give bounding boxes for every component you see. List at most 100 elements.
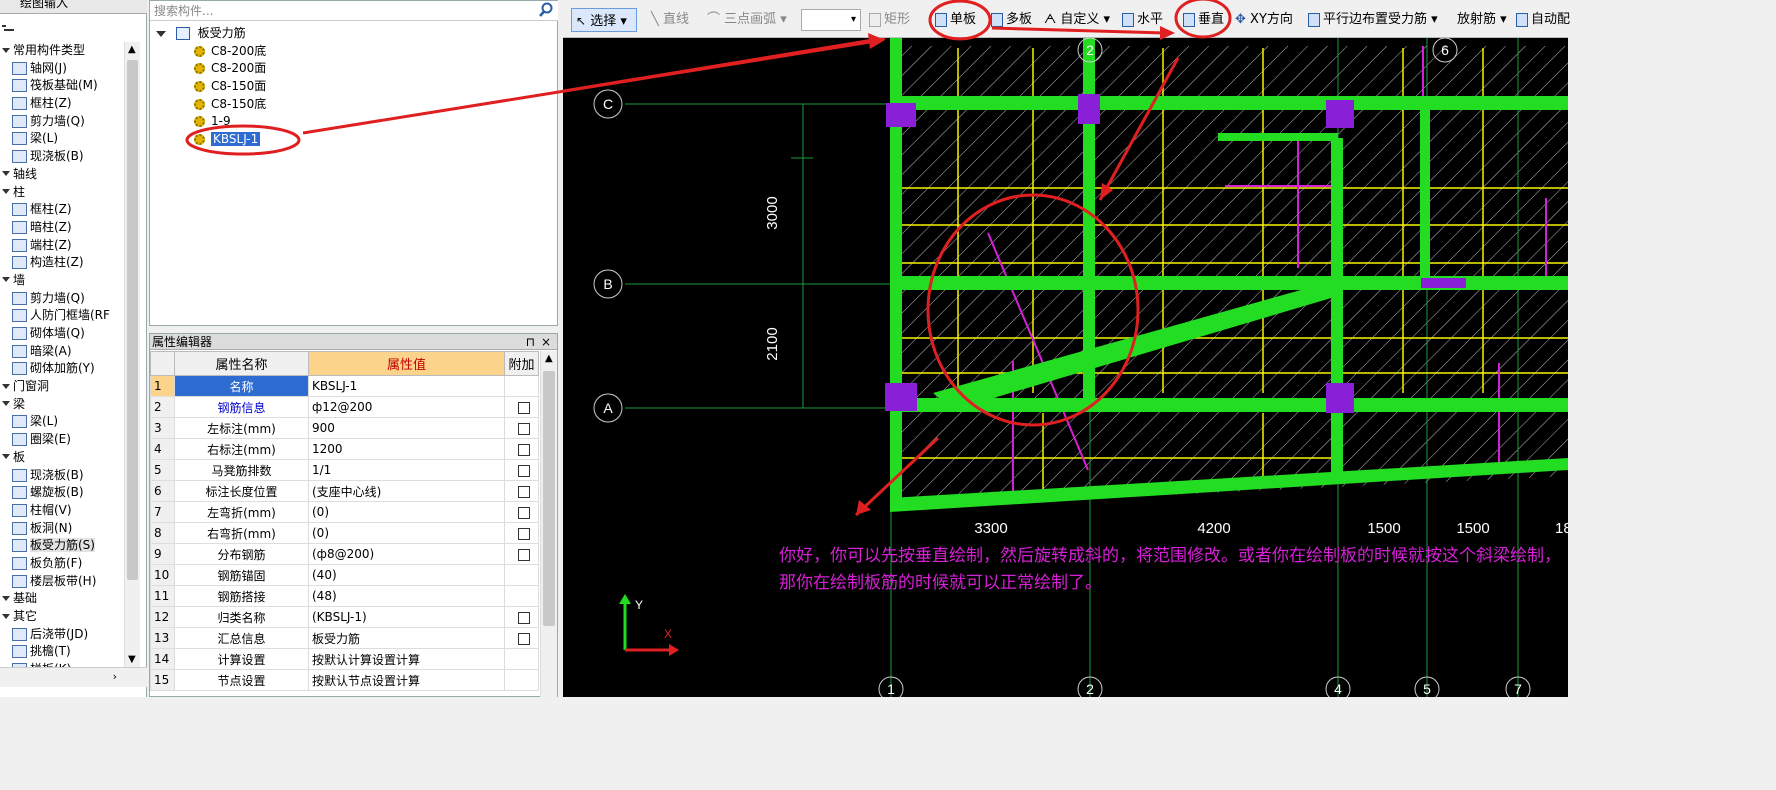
property-value[interactable]: 按默认计算设置计算 <box>308 648 505 670</box>
parallel-edge-button[interactable]: 平行边布置受力筋 ▾ <box>1308 8 1438 32</box>
property-value[interactable]: 板受力筋 <box>308 627 505 649</box>
property-row[interactable]: 3 左标注(mm) 900 <box>150 417 539 439</box>
collapse-arrow-icon[interactable] <box>2 401 10 407</box>
tree-item[interactable]: 人防门框墙(RF <box>0 307 124 325</box>
auto-button[interactable]: 自动配 <box>1516 8 1570 32</box>
close-icon[interactable]: × <box>541 334 551 350</box>
property-row[interactable]: 5 马凳筋排数 1/1 <box>150 459 539 481</box>
property-value[interactable]: 900 <box>308 417 505 439</box>
property-row[interactable]: 13 汇总信息 板受力筋 <box>150 627 539 649</box>
single-slab-button[interactable]: 单板 <box>935 8 976 32</box>
property-row[interactable]: 14 计算设置 按默认计算设置计算 <box>150 648 539 670</box>
property-row[interactable]: 11 钢筋搭接 (48) <box>150 585 539 607</box>
property-row[interactable]: 15 节点设置 按默认节点设置计算 <box>150 669 539 691</box>
component-item[interactable]: 1-9 <box>194 113 266 131</box>
component-item[interactable]: KBSLJ-1 <box>194 131 266 149</box>
tree-category[interactable]: 板 <box>0 449 124 467</box>
property-scrollbar[interactable]: ▲ <box>540 351 557 697</box>
tree-item[interactable]: 框柱(Z) <box>0 95 124 113</box>
tree-category[interactable]: 轴线 <box>0 166 124 184</box>
property-value[interactable]: (48) <box>308 585 505 607</box>
tree-item[interactable]: 暗柱(Z) <box>0 219 124 237</box>
component-item[interactable]: C8-200面 <box>194 60 266 78</box>
collapse-all-icon[interactable] <box>2 23 14 33</box>
property-row[interactable]: 8 右弯折(mm) (0) <box>150 522 539 544</box>
collapse-arrow-icon[interactable] <box>2 189 10 194</box>
tree-item[interactable]: 剪力墙(Q) <box>0 113 124 131</box>
property-value[interactable]: (支座中心线) <box>308 480 505 502</box>
property-row[interactable]: 2 钢筋信息 ф12@200 <box>150 396 539 418</box>
collapse-arrow-icon[interactable] <box>2 595 10 601</box>
property-value[interactable]: (0) <box>308 522 505 544</box>
property-row[interactable]: 7 左弯折(mm) (0) <box>150 501 539 523</box>
tree-item[interactable]: 板受力筋(S) <box>0 537 124 555</box>
extra-checkbox[interactable] <box>518 464 530 477</box>
extra-checkbox[interactable] <box>518 548 530 561</box>
expand-icon[interactable] <box>156 30 166 37</box>
tree-item[interactable]: 螺旋板(B) <box>0 484 124 502</box>
tree-category[interactable]: 常用构件类型 <box>0 42 124 60</box>
property-value[interactable]: KBSLJ-1 <box>308 375 505 397</box>
vertical-button[interactable]: 垂直 <box>1183 8 1224 32</box>
extra-checkbox[interactable] <box>518 401 530 414</box>
collapse-arrow-icon[interactable] <box>2 277 10 283</box>
component-root[interactable]: 板受力筋 <box>156 25 266 43</box>
property-value[interactable]: (KBSLJ-1) <box>308 606 505 628</box>
tree-item[interactable]: 砌体墙(Q) <box>0 325 124 343</box>
select-tool-button[interactable]: ↖ 选择 ▾ <box>571 8 637 32</box>
pin-icon[interactable]: ⊓ <box>526 334 535 350</box>
extra-checkbox[interactable] <box>518 611 530 624</box>
extra-checkbox[interactable] <box>518 422 530 435</box>
tree-scrollbar[interactable]: ▲ ▼ <box>124 42 140 667</box>
extra-checkbox[interactable] <box>518 485 530 498</box>
property-value[interactable]: 1200 <box>308 438 505 460</box>
tree-item[interactable]: 挑檐(T) <box>0 643 124 661</box>
property-value[interactable]: ф12@200 <box>308 396 505 418</box>
collapse-arrow-icon[interactable] <box>2 613 10 619</box>
property-row[interactable]: 4 右标注(mm) 1200 <box>150 438 539 460</box>
search-bar[interactable]: 搜索构件... <box>150 1 558 21</box>
tree-hscroll[interactable]: › <box>0 667 147 687</box>
tree-item[interactable]: 柱帽(V) <box>0 502 124 520</box>
tree-item[interactable]: 现浇板(B) <box>0 148 124 166</box>
cad-canvas[interactable]: C B A 2 6 1 2 4 5 7 3000 2100 3300 4200 … <box>563 38 1568 697</box>
tree-category[interactable]: 梁 <box>0 396 124 414</box>
tree-item[interactable]: 板洞(N) <box>0 520 124 538</box>
tree-category[interactable]: 柱 <box>0 184 124 202</box>
property-value[interactable]: 1/1 <box>308 459 505 481</box>
extra-checkbox[interactable] <box>518 506 530 519</box>
property-row[interactable]: 12 归类名称 (KBSLJ-1) <box>150 606 539 628</box>
collapse-arrow-icon[interactable] <box>2 454 10 460</box>
property-row[interactable]: 1 名称 KBSLJ-1 <box>150 375 539 397</box>
collapse-arrow-icon[interactable] <box>2 171 10 177</box>
property-value[interactable]: (0) <box>308 501 505 523</box>
component-item[interactable]: C8-150面 <box>194 78 266 96</box>
angle-combo[interactable]: ▾ <box>801 9 861 31</box>
multi-slab-button[interactable]: 多板 <box>991 8 1032 32</box>
property-value[interactable]: (ф8@200) <box>308 543 505 565</box>
tree-item[interactable]: 梁(L) <box>0 130 124 148</box>
extra-checkbox[interactable] <box>518 632 530 645</box>
tree-item[interactable]: 轴网(J) <box>0 60 124 78</box>
arc-tool-button[interactable]: ⌒ 三点画弧 ▾ <box>707 8 787 32</box>
xy-direction-button[interactable]: ✥ XY方向 <box>1235 8 1293 32</box>
tree-item[interactable]: 圈梁(E) <box>0 431 124 449</box>
tree-item[interactable]: 暗梁(A) <box>0 343 124 361</box>
custom-button[interactable]: ᗅ 自定义 ▾ <box>1044 8 1110 32</box>
tree-item[interactable]: 现浇板(B) <box>0 467 124 485</box>
component-item[interactable]: C8-200底 <box>194 43 266 61</box>
tree-category[interactable]: 门窗洞 <box>0 378 124 396</box>
line-tool-button[interactable]: ╲ 直线 <box>651 8 689 32</box>
search-input[interactable]: 搜索构件... <box>154 2 213 19</box>
collapse-arrow-icon[interactable] <box>2 47 10 53</box>
tree-item[interactable]: 筏板基础(M) <box>0 77 124 95</box>
property-value[interactable]: (40) <box>308 564 505 586</box>
collapse-arrow-icon[interactable] <box>2 383 10 389</box>
tree-item[interactable]: 砌体加筋(Y) <box>0 360 124 378</box>
tree-category[interactable]: 墙 <box>0 272 124 290</box>
extra-checkbox[interactable] <box>518 527 530 540</box>
tree-item[interactable]: 剪力墙(Q) <box>0 290 124 308</box>
tree-item[interactable]: 楼层板带(H) <box>0 573 124 591</box>
tree-item[interactable]: 梁(L) <box>0 413 124 431</box>
property-row[interactable]: 6 标注长度位置 (支座中心线) <box>150 480 539 502</box>
